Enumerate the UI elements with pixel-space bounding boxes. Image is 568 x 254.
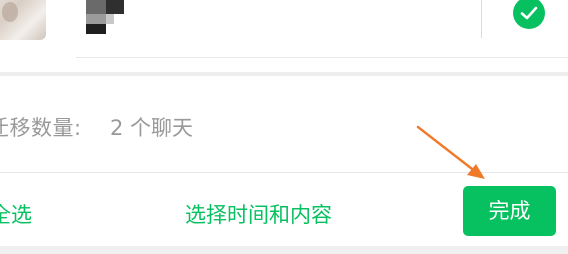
list-separator <box>76 57 568 58</box>
migration-screen: 迁移数量: 2 个聊天 全选 选择时间和内容 完成 <box>0 0 568 254</box>
mosaic-block <box>106 14 114 24</box>
done-button[interactable]: 完成 <box>463 186 556 236</box>
bottom-edge <box>0 246 568 254</box>
select-time-content-button[interactable]: 选择时间和内容 <box>185 199 332 229</box>
mosaic-block <box>86 0 106 14</box>
orange-arrow-icon <box>416 125 485 179</box>
check-circle-icon[interactable] <box>513 0 545 29</box>
migration-count-label: 迁移数量: <box>0 116 82 140</box>
migration-count-value: 2 个聊天 <box>110 116 194 140</box>
row-divider <box>481 0 482 38</box>
chat-list-item[interactable] <box>0 0 568 72</box>
mosaic-block <box>106 0 124 14</box>
select-all-button[interactable]: 全选 <box>0 199 32 229</box>
mosaic-block <box>86 14 106 24</box>
checkmark-glyph <box>520 6 538 20</box>
mosaic-block <box>86 24 106 34</box>
contact-avatar <box>0 0 46 40</box>
avatar-image <box>2 2 18 22</box>
pixelated-name <box>86 0 130 36</box>
